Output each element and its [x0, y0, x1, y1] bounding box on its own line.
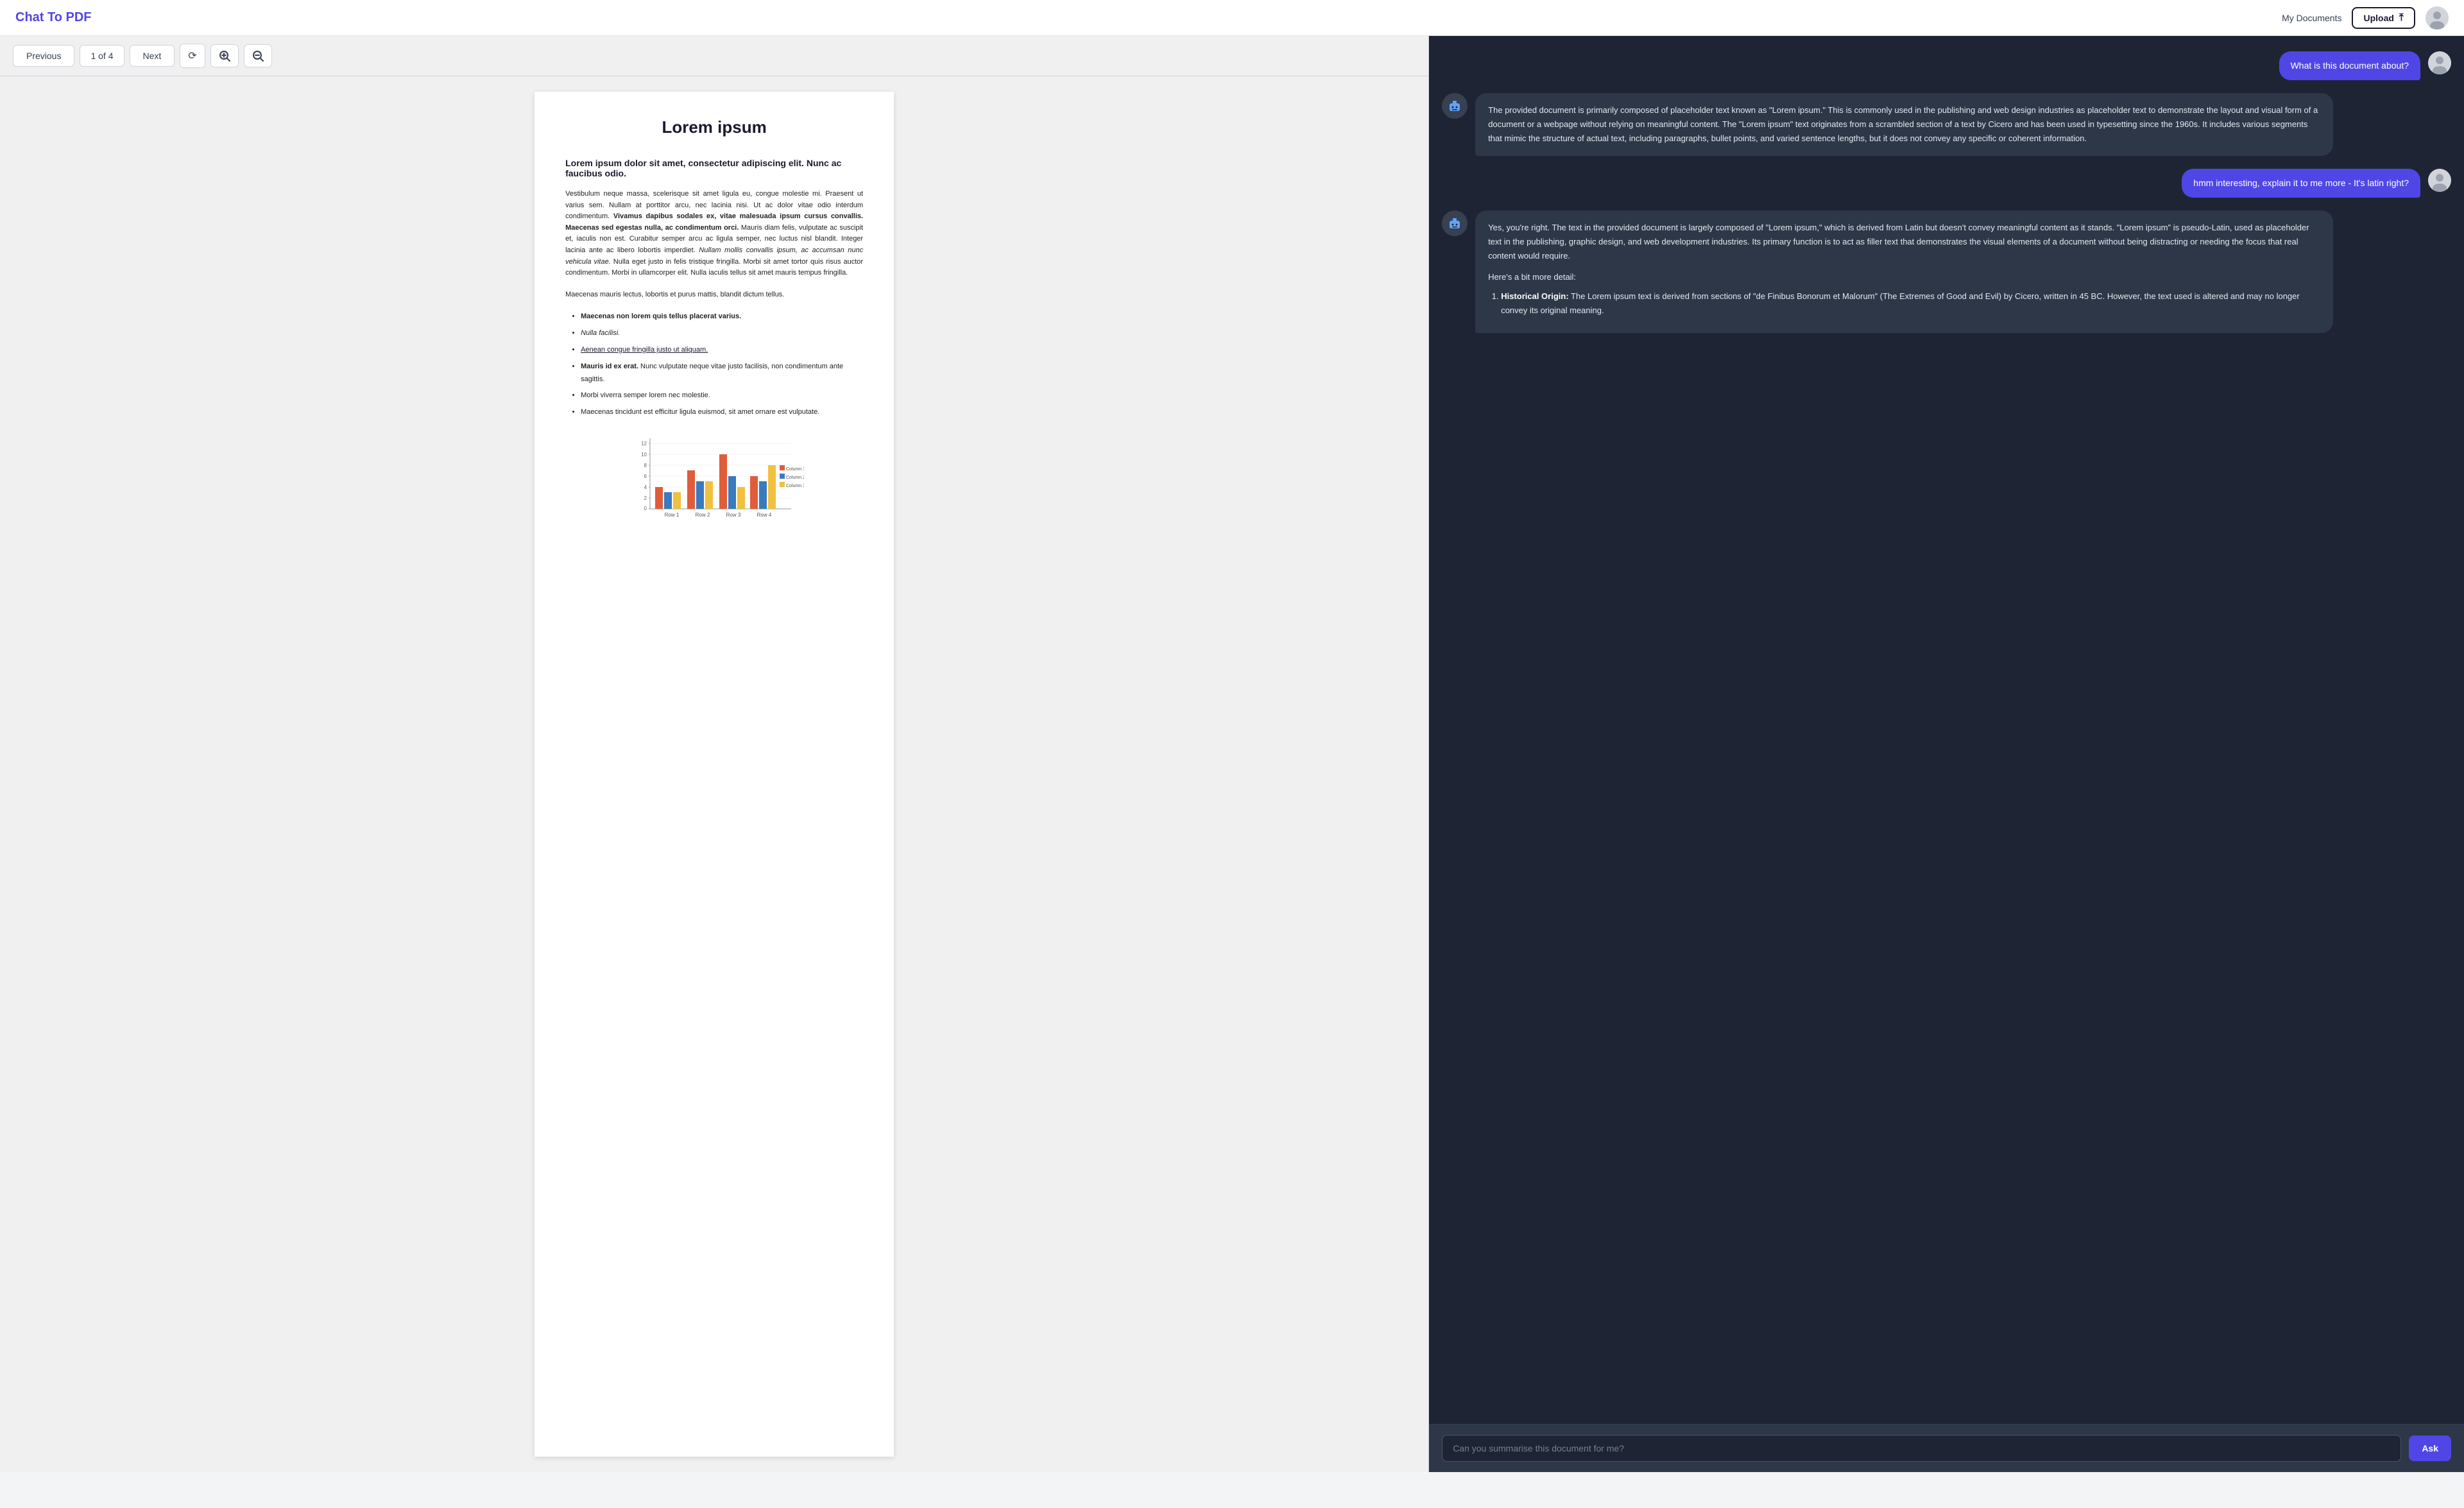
pdf-paragraph2: Maecenas mauris lectus, lobortis et puru… [565, 289, 863, 301]
svg-text:Row 2: Row 2 [696, 512, 710, 518]
zoom-out-button[interactable] [244, 44, 272, 67]
user-text-2: hmm interesting, explain it to me more -… [2193, 178, 2409, 188]
svg-text:6: 6 [644, 474, 647, 479]
pdf-subtitle: Lorem ipsum dolor sit amet, consectetur … [565, 158, 863, 178]
chat-input[interactable] [1442, 1435, 2401, 1462]
pdf-page: Lorem ipsum Lorem ipsum dolor sit amet, … [535, 92, 894, 1457]
upload-icon: ⤒ [2399, 12, 2404, 24]
svg-text:12: 12 [641, 441, 647, 447]
bot-text-2-detail: Here's a bit more detail: [1488, 270, 2320, 284]
zoom-in-icon [219, 50, 230, 62]
user-text-1: What is this document about? [2291, 60, 2409, 71]
zoom-in-button[interactable] [210, 44, 239, 67]
svg-text:Row 1: Row 1 [665, 512, 680, 518]
upload-button[interactable]: Upload ⤒ [2352, 7, 2415, 29]
list-item: Maecenas tincidunt est efficitur ligula … [581, 406, 863, 419]
previous-button[interactable]: Previous [13, 45, 74, 67]
svg-text:Column 1: Column 1 [786, 467, 804, 472]
svg-text:Row 3: Row 3 [726, 512, 741, 518]
list-item: Aenean congue fringilla justo ut aliquam… [581, 344, 863, 357]
bot-avatar-icon-2 [1448, 216, 1462, 230]
svg-text:10: 10 [641, 452, 647, 458]
user-bubble-1: What is this document about? [2279, 51, 2420, 80]
svg-text:4: 4 [644, 484, 647, 490]
pdf-list: Maecenas non lorem quis tellus placerat … [581, 311, 863, 419]
pdf-title: Lorem ipsum [565, 117, 863, 137]
header-actions: My Documents Upload ⤒ [2282, 6, 2449, 30]
bot-bubble-1: The provided document is primarily compo… [1475, 93, 2333, 156]
user-message-2: hmm interesting, explain it to me more -… [1442, 169, 2451, 198]
chat-messages: What is this document about? [1429, 36, 2464, 1424]
app-logo: Chat To PDF [15, 10, 92, 25]
chat-panel: What is this document about? [1429, 36, 2464, 1472]
user-avatar-chat-1 [2428, 51, 2451, 74]
bot-avatar-icon [1448, 99, 1462, 113]
list-item-historical: Historical Origin: The Lorem ipsum text … [1501, 289, 2320, 318]
user-message-1: What is this document about? [1442, 51, 2451, 80]
svg-text:Column 2: Column 2 [786, 476, 804, 480]
svg-text:8: 8 [644, 463, 647, 468]
user-avatar-chat-2 [2428, 169, 2451, 192]
ask-button[interactable]: Ask [2409, 1435, 2451, 1461]
bar-chart: 0 2 4 6 8 10 12 [624, 432, 804, 535]
svg-text:Row 4: Row 4 [757, 512, 772, 518]
next-button[interactable]: Next [130, 45, 175, 67]
avatar-image [2426, 6, 2449, 30]
pdf-content: Lorem ipsum Lorem ipsum dolor sit amet, … [0, 76, 1428, 1472]
user-avatar[interactable] [2426, 6, 2449, 30]
bot-text-2-intro: Yes, you're right. The text in the provi… [1488, 221, 2320, 263]
logo-text: Chat To [15, 10, 62, 24]
svg-text:0: 0 [644, 506, 647, 511]
pdf-panel: Previous 1 of 4 Next ⟳ [0, 36, 1429, 1472]
bot-message-1: The provided document is primarily compo… [1442, 93, 2451, 156]
bot-bubble-2: Yes, you're right. The text in the provi… [1475, 210, 2333, 333]
main-container: Previous 1 of 4 Next ⟳ [0, 36, 2464, 1472]
list-item: Maecenas non lorem quis tellus placerat … [581, 311, 863, 323]
refresh-button[interactable]: ⟳ [180, 44, 205, 68]
bot-message-2: Yes, you're right. The text in the provi… [1442, 210, 2451, 333]
svg-text:Column 3: Column 3 [786, 484, 804, 488]
upload-label: Upload [2363, 13, 2393, 23]
zoom-out-icon [252, 50, 264, 62]
chat-input-area: Ask [1429, 1424, 2464, 1472]
page-indicator: 1 of 4 [80, 45, 124, 67]
list-item: Nulla facilisi. [581, 327, 863, 340]
bot-text-1: The provided document is primarily compo… [1488, 105, 2318, 143]
user-bubble-2: hmm interesting, explain it to me more -… [2182, 169, 2420, 198]
my-documents-button[interactable]: My Documents [2282, 13, 2341, 23]
logo-accent: PDF [66, 10, 92, 24]
chart-container: 0 2 4 6 8 10 12 [565, 432, 863, 535]
list-item: Morbi viverra semper lorem nec molestie. [581, 390, 863, 402]
bot-icon-1 [1442, 93, 1467, 119]
svg-text:2: 2 [644, 495, 647, 501]
avatar-icon-2 [2428, 169, 2451, 192]
refresh-icon: ⟳ [188, 49, 196, 62]
bot-ordered-list: Historical Origin: The Lorem ipsum text … [1488, 289, 2320, 318]
list-item: Mauris id ex erat. Nunc vulputate neque … [581, 361, 863, 386]
pdf-toolbar: Previous 1 of 4 Next ⟳ [0, 36, 1428, 76]
pdf-paragraph1: Vestibulum neque massa, scelerisque sit … [565, 189, 863, 279]
app-header: Chat To PDF My Documents Upload ⤒ [0, 0, 2464, 36]
avatar-icon-1 [2428, 51, 2451, 74]
bot-icon-2 [1442, 210, 1467, 236]
